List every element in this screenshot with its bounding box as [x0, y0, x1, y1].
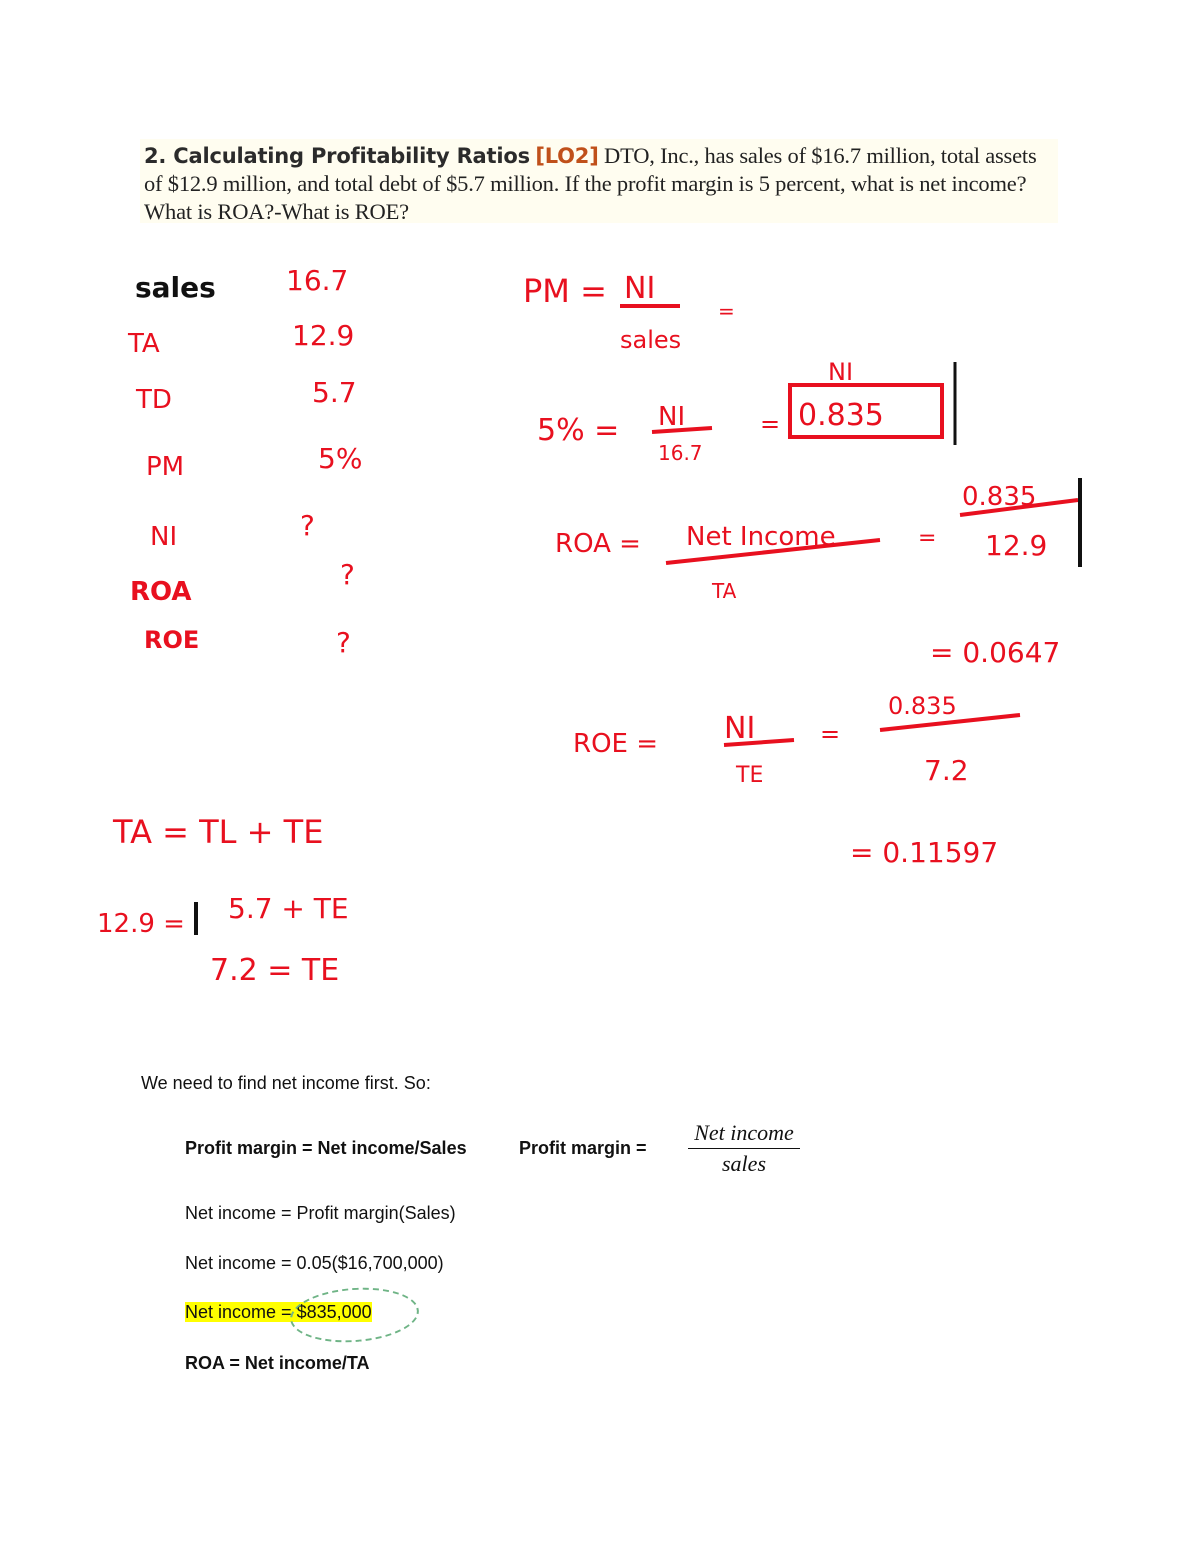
given-value-td: 5.7: [312, 376, 357, 409]
given-label-roa: ROA: [130, 577, 192, 607]
ni-result-value: 0.835: [798, 398, 884, 433]
ni-result-prefix: Net income =: [185, 1302, 297, 1322]
roe-lhs: ROE =: [573, 729, 658, 759]
roa-lhs: ROA =: [555, 529, 641, 559]
roe-value-denominator: 7.2: [924, 754, 969, 787]
given-label-ta: TA: [127, 329, 160, 359]
given-value-sales: 16.7: [286, 264, 348, 297]
pm-label: Profit margin =: [519, 1138, 647, 1158]
roe-numerator: NI: [724, 711, 755, 746]
equity-calc: TA = TL + TE 12.9 = 5.7 + TE 7.2 = TE: [97, 813, 349, 988]
ni-formula: Net income = Profit margin(Sales): [185, 1203, 456, 1223]
given-label-td: TD: [135, 385, 172, 415]
roe-result: = 0.11597: [850, 836, 998, 869]
pm-solve: 5% = NI 16.7 = NI 0.835: [537, 358, 957, 465]
equity-line2-rhs: 5.7 + TE: [228, 892, 349, 925]
pm-fraction: Net income sales: [688, 1120, 800, 1177]
equity-line1: TA = TL + TE: [112, 813, 323, 851]
roe-formula: ROE = NI TE = 0.835 7.2 = 0.11597: [573, 692, 1021, 869]
ni-calc: Net income = 0.05($16,700,000): [185, 1253, 444, 1273]
pm-definition: Profit margin = Net income/Sales: [185, 1138, 467, 1158]
roe-denominator: TE: [735, 763, 763, 788]
roa-eq: =: [918, 526, 936, 551]
pm-formula-lhs: PM =: [523, 272, 607, 310]
given-value-ni: ?: [300, 509, 315, 542]
pm-solve-numerator: NI: [658, 402, 685, 432]
given-value-roa: ?: [340, 558, 355, 591]
handwritten-notes: sales 16.7 TA 12.9 TD 5.7 PM 5% NI ? ROA…: [97, 264, 1082, 988]
roa-definition: ROA = Net income/TA: [185, 1353, 370, 1373]
pm-formula: PM = NI sales =: [523, 271, 735, 354]
roa-formula: ROA = Net Income TA = 0.835 12.9 = 0.064…: [555, 478, 1082, 669]
pm-formula-denominator: sales: [620, 326, 681, 354]
given-label-ni: NI: [150, 522, 177, 552]
pm-solve-eq: =: [760, 410, 780, 438]
roe-eq: =: [820, 720, 840, 748]
given-value-pm: 5%: [318, 442, 362, 475]
roa-value-denominator: 12.9: [985, 529, 1047, 562]
given-table: sales 16.7 TA 12.9 TD 5.7 PM 5% NI ? ROA…: [127, 264, 362, 659]
equity-line2-lhs: 12.9 =: [97, 909, 185, 939]
ni-result-label: NI: [828, 358, 853, 386]
roe-value-numerator: 0.835: [888, 692, 957, 720]
pm-formula-numerator: NI: [624, 271, 655, 306]
given-value-roe: ?: [336, 626, 351, 659]
pm-fraction-numerator: Net income: [688, 1120, 800, 1149]
equity-line3: 7.2 = TE: [210, 953, 339, 988]
given-label-roe: ROE: [144, 626, 199, 654]
roa-result: = 0.0647: [930, 636, 1060, 669]
pm-formula-trail: =: [718, 299, 735, 323]
pm-solve-lhs: 5% =: [537, 413, 619, 448]
document-page: 2. Calculating Profitability Ratios [LO2…: [0, 0, 1200, 1553]
solution-intro: We need to find net income first. So:: [141, 1073, 431, 1093]
given-label-sales: sales: [135, 271, 216, 304]
pm-fraction-denominator: sales: [722, 1151, 766, 1176]
given-value-ta: 12.9: [292, 319, 354, 352]
given-label-pm: PM: [146, 452, 184, 482]
roa-denominator: TA: [711, 579, 737, 603]
pm-solve-denominator: 16.7: [658, 441, 703, 465]
